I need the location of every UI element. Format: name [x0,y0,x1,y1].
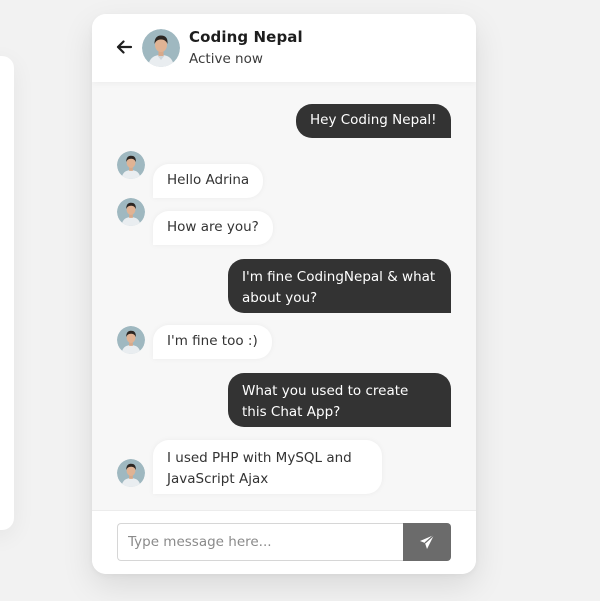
message-input[interactable] [117,523,403,561]
contact-avatar [142,29,180,67]
outgoing-message: I'm fine CodingNepal & what about you? [228,259,451,313]
back-button[interactable] [114,37,134,57]
page-background: Coding Nepal Active now Hey Coding Nepal… [0,0,600,601]
paper-plane-icon [420,534,435,549]
message-composer [92,510,476,574]
arrow-left-icon [116,40,133,54]
incoming-message: Hello Adrina [153,164,264,198]
chat-header: Coding Nepal Active now [92,14,476,82]
send-button[interactable] [403,523,451,561]
chat-window: Coding Nepal Active now Hey Coding Nepal… [92,14,476,574]
outgoing-message: Hey Coding Nepal! [296,104,451,138]
incoming-message: How are you? [153,211,273,245]
outgoing-message: What you used to create this Chat App? [228,373,451,427]
incoming-message: I'm fine too :) [153,325,272,359]
background-card [0,56,14,530]
sender-avatar [117,326,145,354]
contact-status: Active now [189,51,263,67]
contact-name: Coding Nepal [189,28,303,46]
sender-avatar [117,459,145,487]
sender-avatar [117,151,145,179]
incoming-message: I used PHP with MySQL and JavaScript Aja… [153,440,382,494]
sender-avatar [117,198,145,226]
message-list[interactable]: Hey Coding Nepal! Hello Adrina How are y… [92,82,476,510]
